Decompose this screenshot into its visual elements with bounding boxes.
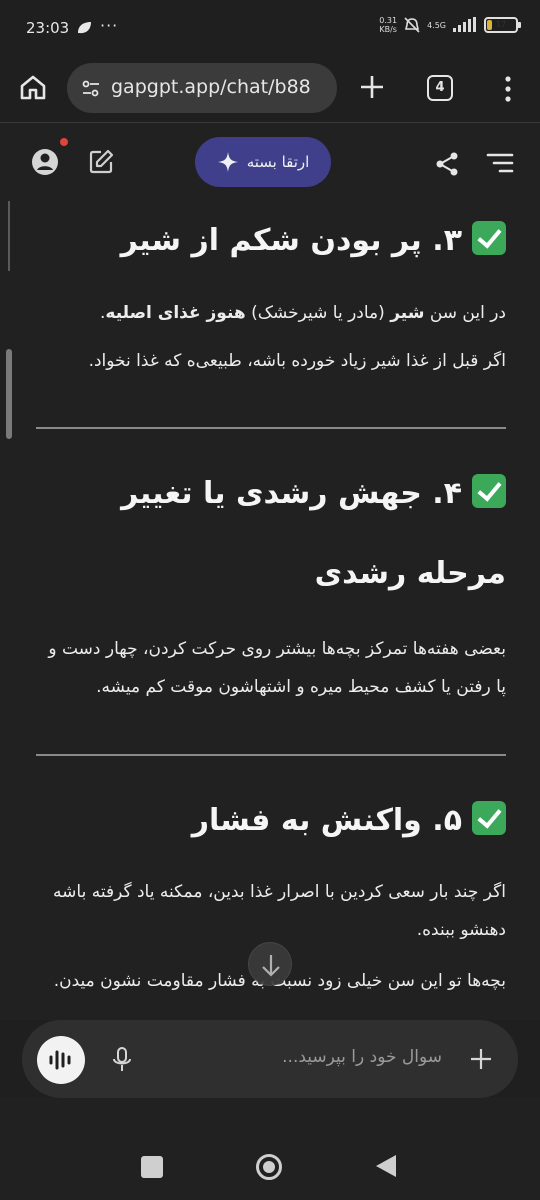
section-5: ۵. واکنش به فشار	[36, 781, 506, 861]
home-button[interactable]	[256, 1154, 282, 1180]
address-bar[interactable]: gapgpt.app/chat/b88	[67, 63, 337, 113]
recents-button[interactable]	[141, 1156, 163, 1178]
paragraph: بعضی هفته‌ها تمرکز بچه‌ها بیشتر روی حرکت…	[48, 639, 506, 697]
paragraph: در این سن شیر (مادر یا شیرخشک) هنوز غذای…	[99, 303, 506, 323]
add-attachment-icon[interactable]	[468, 1046, 494, 1072]
section-divider	[36, 754, 506, 756]
paragraph: اگر چند بار سعی کردین با اصرار غذا بدین،…	[53, 882, 506, 940]
new-tab-icon[interactable]	[358, 73, 386, 101]
chat-header: ارتقا بسته	[0, 123, 540, 201]
mic-icon[interactable]	[111, 1046, 133, 1074]
status-indicators: 0.31 KB/s 4.5G 17	[379, 16, 521, 34]
voice-mode-button[interactable]	[37, 1036, 85, 1084]
message-input[interactable]: سوال خود را بپرسید...	[282, 1047, 442, 1067]
check-mark-icon	[472, 221, 506, 255]
back-button[interactable]	[376, 1155, 396, 1177]
section-4: ۴. جهش رشدی یا تغییر مرحله رشدی	[36, 454, 506, 614]
upgrade-plan-button[interactable]: ارتقا بسته	[195, 137, 331, 187]
scrollbar[interactable]	[6, 349, 12, 439]
status-time: 23:03	[26, 19, 70, 37]
section-heading: ۳. پر بودن شکم از شیر	[36, 201, 506, 281]
sparkle-icon	[217, 152, 238, 172]
system-nav-bar	[0, 1128, 540, 1200]
tune-icon[interactable]	[81, 79, 101, 99]
scroll-track	[8, 201, 10, 271]
signal-icon	[453, 17, 476, 32]
tab-switcher-button[interactable]: 4	[427, 75, 453, 101]
section-divider	[36, 427, 506, 429]
browser-toolbar: gapgpt.app/chat/b88 4	[0, 56, 540, 122]
home-icon[interactable]	[18, 72, 48, 102]
battery-level: 17	[495, 20, 507, 29]
chat-message-area[interactable]: ۳. پر بودن شکم از شیر در این سن شیر (ماد…	[0, 201, 540, 1020]
leaf-icon	[78, 22, 91, 34]
account-circle-icon[interactable]	[30, 147, 60, 177]
scroll-to-bottom-button[interactable]	[248, 942, 292, 986]
check-mark-icon	[472, 474, 506, 508]
status-more-dots: ···	[100, 16, 119, 35]
network-speed: 0.31 KB/s	[379, 16, 398, 34]
section-heading: ۵. واکنش به فشار	[36, 781, 506, 861]
alarm-off-icon	[404, 17, 420, 33]
network-type: 4.5G	[427, 20, 446, 30]
section-3: ۳. پر بودن شکم از شیر	[36, 201, 506, 281]
notification-dot	[60, 138, 68, 146]
arrow-down-icon	[262, 955, 280, 977]
edit-icon[interactable]	[88, 149, 114, 175]
check-mark-icon	[472, 801, 506, 835]
more-vert-icon[interactable]	[500, 74, 516, 104]
battery-indicator: 17	[484, 17, 521, 33]
upgrade-label: ارتقا بسته	[246, 153, 310, 171]
share-icon[interactable]	[434, 151, 460, 177]
menu-icon[interactable]	[486, 152, 514, 174]
voice-wave-icon	[49, 1050, 71, 1070]
paragraph: اگر قبل از غذا شیر زیاد خورده باشه، طبیع…	[88, 351, 506, 371]
url-text[interactable]: gapgpt.app/chat/b88	[111, 76, 311, 98]
message-composer: سوال خود را بپرسید...	[22, 1020, 518, 1098]
status-bar: 23:03 ··· 0.31 KB/s 4.5G 17	[0, 0, 540, 56]
section-heading: ۴. جهش رشدی یا تغییر مرحله رشدی	[121, 474, 506, 591]
